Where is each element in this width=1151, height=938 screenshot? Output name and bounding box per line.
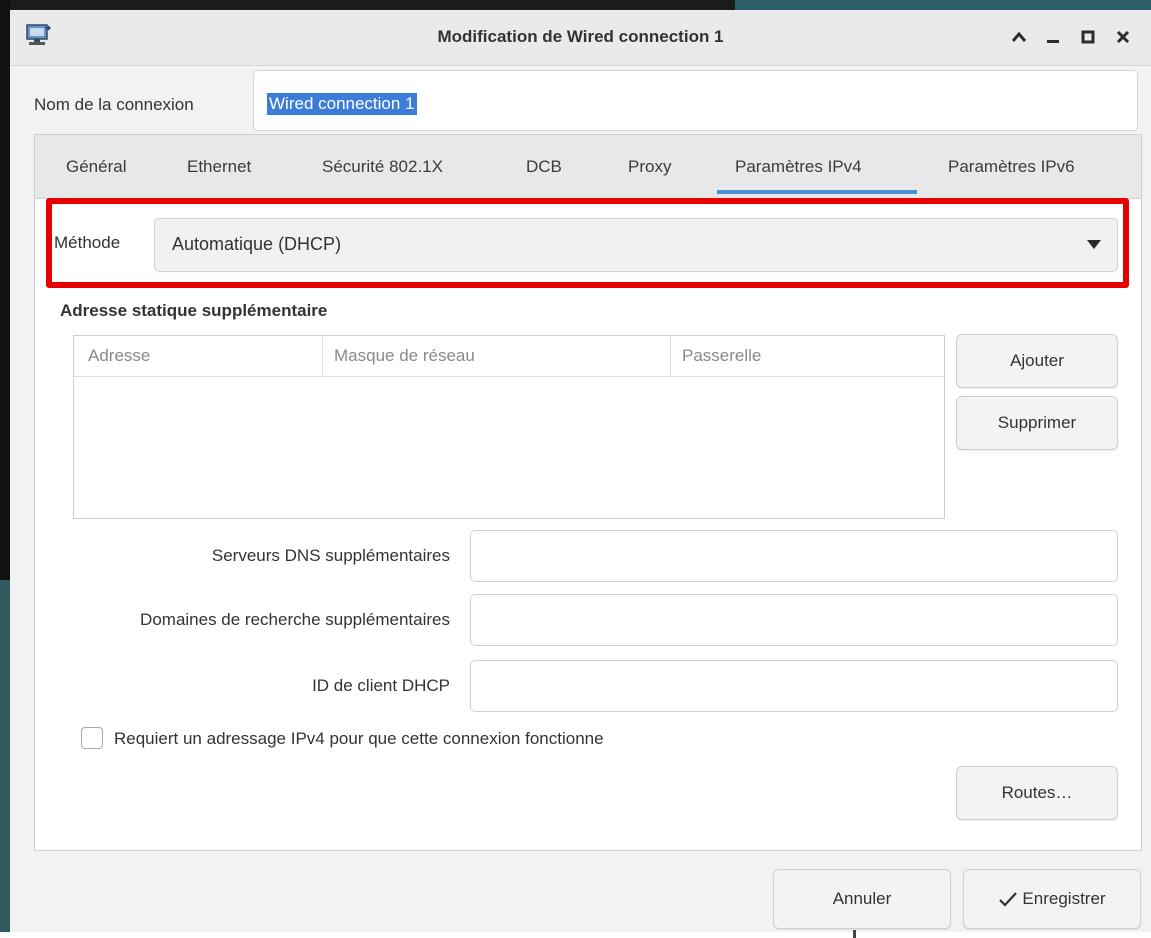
search-domains-input[interactable] xyxy=(470,594,1118,646)
dns-servers-label: Serveurs DNS supplémentaires xyxy=(211,546,450,565)
column-header-address[interactable]: Adresse xyxy=(88,346,150,366)
check-icon xyxy=(999,892,1018,907)
routes-button[interactable]: Routes… xyxy=(956,766,1118,820)
window-title: Modification de Wired connection 1 xyxy=(437,27,724,46)
tab-ethernet[interactable]: Ethernet xyxy=(187,157,251,177)
chevron-up-icon xyxy=(1011,31,1027,42)
terminal-window-edge xyxy=(0,0,10,580)
column-header-netmask[interactable]: Masque de réseau xyxy=(334,346,475,366)
delete-address-button[interactable]: Supprimer xyxy=(956,396,1118,450)
cancel-button[interactable]: Annuler xyxy=(773,869,951,929)
column-divider xyxy=(670,336,671,376)
close-icon xyxy=(1116,30,1130,44)
tab-bar: Général Ethernet Sécurité 802.1X DCB Pro… xyxy=(35,135,1141,199)
tab-proxy[interactable]: Proxy xyxy=(628,157,671,177)
search-domains-label: Domaines de recherche supplémentaires xyxy=(140,610,450,629)
desktop-background-edge xyxy=(0,580,10,932)
minimize-button[interactable] xyxy=(1038,22,1068,52)
tab-general[interactable]: Général xyxy=(66,157,126,177)
active-tab-indicator xyxy=(717,190,917,194)
tab-security-8021x[interactable]: Sécurité 802.1X xyxy=(322,157,443,177)
connection-name-input[interactable]: Wired connection 1 xyxy=(253,70,1138,131)
shade-button[interactable] xyxy=(1004,22,1034,52)
maximize-button[interactable] xyxy=(1073,22,1103,52)
dns-servers-input[interactable] xyxy=(470,530,1118,582)
maximize-icon xyxy=(1081,30,1095,44)
connection-name-label: Nom de la connexion xyxy=(34,95,194,114)
title-bar[interactable]: Modification de Wired connection 1 xyxy=(10,10,1151,66)
static-address-table[interactable]: Adresse Masque de réseau Passerelle xyxy=(73,335,945,519)
column-header-gateway[interactable]: Passerelle xyxy=(682,346,761,366)
minimize-icon xyxy=(1047,40,1059,43)
connection-editor-window: Modification de Wired connection 1 Nom d… xyxy=(10,10,1151,938)
table-header: Adresse Masque de réseau Passerelle xyxy=(74,336,944,377)
method-highlight-box xyxy=(46,198,1129,288)
dhcp-client-id-input[interactable] xyxy=(470,660,1118,712)
require-ipv4-checkbox[interactable] xyxy=(81,727,103,749)
resize-grip xyxy=(853,930,856,938)
close-button[interactable] xyxy=(1108,22,1138,52)
tab-ipv6-settings[interactable]: Paramètres IPv6 xyxy=(948,157,1075,177)
save-button-label: Enregistrer xyxy=(1022,889,1106,908)
require-ipv4-label[interactable]: Requiert un adressage IPv4 pour que cett… xyxy=(114,729,604,749)
column-divider xyxy=(322,336,323,376)
save-button[interactable]: Enregistrer xyxy=(963,869,1141,929)
dhcp-client-id-label: ID de client DHCP xyxy=(312,676,450,695)
tab-ipv4-settings[interactable]: Paramètres IPv4 xyxy=(735,157,862,177)
connection-name-value: Wired connection 1 xyxy=(267,93,417,115)
add-address-button[interactable]: Ajouter xyxy=(956,334,1118,388)
static-address-section-title: Adresse statique supplémentaire xyxy=(60,301,328,320)
tab-dcb[interactable]: DCB xyxy=(526,157,562,177)
